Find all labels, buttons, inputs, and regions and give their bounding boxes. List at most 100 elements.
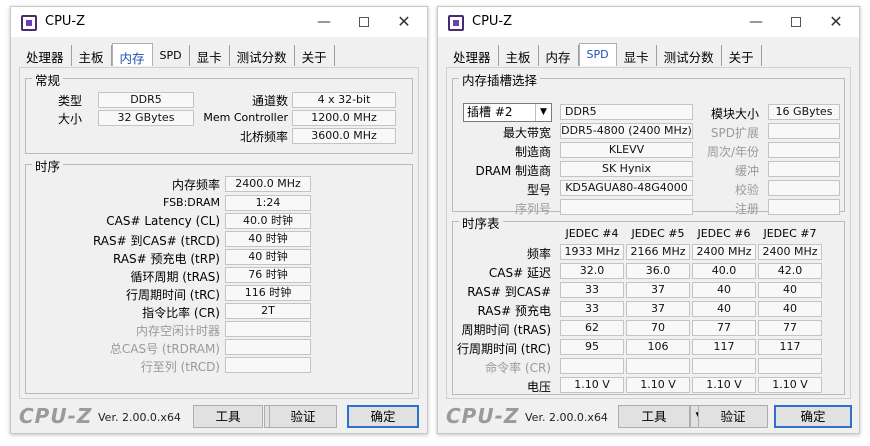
tab-mainboard[interactable]: 主板 <box>499 45 539 66</box>
tab-cpu[interactable]: 处理器 <box>19 45 72 66</box>
trcd-label: RAS# 到CAS# (tRCD) <box>92 234 220 248</box>
part-number-value: KD5AGUA80-48G4000 <box>560 180 693 196</box>
table-cell: 37 <box>626 301 690 317</box>
tab-spd[interactable]: SPD <box>578 43 617 66</box>
cpuz-memory-window: CPU-Z — ✕ 处理器 主板 内存 SPD 显卡 测试分数 关于 常规 类型… <box>10 6 428 434</box>
minimize-button[interactable]: — <box>313 12 335 32</box>
trc-value: 116 时钟 <box>225 285 311 301</box>
table-cell: 1.10 V <box>560 377 624 393</box>
table-cell <box>692 358 756 374</box>
table-cell: 40 <box>758 301 822 317</box>
memory-tab-panel: 常规 类型 DDR5 大小 32 GBytes 通道数 4 x 32-bit M… <box>19 67 419 399</box>
maximize-button[interactable] <box>353 12 375 32</box>
table-cell: 77 <box>692 320 756 336</box>
tab-memory[interactable]: 内存 <box>111 43 153 66</box>
tab-bench[interactable]: 测试分数 <box>230 45 295 66</box>
table-cell: 1.10 V <box>758 377 822 393</box>
spd-tab-panel: 内存插槽选择 插槽 #2 ▼ DDR5 最大带宽 DDR5-4800 (2400… <box>446 67 851 399</box>
tab-graphics[interactable]: 显卡 <box>190 45 230 66</box>
dram-idle-timer-label: 内存空闲计时器 <box>135 324 220 338</box>
bottom-bar: CPU-Z Ver. 2.00.0.x64 工具 ▼ 验证 确定 <box>11 401 427 433</box>
cpuz-logo: CPU-Z <box>446 404 520 428</box>
type-value: DDR5 <box>98 92 194 108</box>
dram-frequency-label: 内存频率 <box>171 178 220 192</box>
general-group: 常规 类型 DDR5 大小 32 GBytes 通道数 4 x 32-bit M… <box>25 70 413 154</box>
tools-button[interactable]: 工具 <box>618 405 690 428</box>
cpuz-logo: CPU-Z <box>19 404 93 428</box>
close-button[interactable]: ✕ <box>393 12 415 32</box>
size-label: 大小 <box>57 112 82 126</box>
column-header-jedec-7: JEDEC #7 <box>763 227 817 240</box>
ok-button[interactable]: 确定 <box>347 405 419 428</box>
chevron-down-icon[interactable]: ▼ <box>535 104 551 121</box>
tab-bar: 处理器 主板 内存 SPD 显卡 测试分数 关于 <box>19 43 335 66</box>
table-cell: 1.10 V <box>692 377 756 393</box>
timings-table-title: 时序表 <box>459 213 503 232</box>
tools-button[interactable]: 工具 <box>193 405 263 428</box>
spd-ext-value <box>768 123 840 139</box>
table-cell: 117 <box>758 339 822 355</box>
buffered-value <box>768 161 840 177</box>
memory-type-value: DDR5 <box>560 104 693 120</box>
tab-spd[interactable]: SPD <box>153 45 190 66</box>
serial-number-label: 序列号 <box>514 202 551 216</box>
tras-label: 循环周期 (tRAS) <box>130 270 220 284</box>
tab-memory[interactable]: 内存 <box>539 45 579 66</box>
minimize-button[interactable]: — <box>745 12 767 32</box>
table-cell: 36.0 <box>626 263 690 279</box>
type-label: 类型 <box>57 94 82 108</box>
table-cell: 40.0 <box>692 263 756 279</box>
mem-controller-label: Mem Controller <box>203 111 288 124</box>
trp-label: RAS# 预充电 (tRP) <box>112 252 220 266</box>
fsb-dram-label: FSB:DRAM <box>162 196 220 209</box>
validate-button[interactable]: 验证 <box>698 405 768 428</box>
validate-button[interactable]: 验证 <box>269 405 337 428</box>
registered-label: 注册 <box>734 202 759 216</box>
manufacturer-label: 制造商 <box>514 145 551 159</box>
spd-ext-label: SPD扩展 <box>710 126 759 140</box>
close-button[interactable]: ✕ <box>825 12 847 32</box>
tab-bench[interactable]: 测试分数 <box>657 45 722 66</box>
northbridge-freq-label: 北桥频率 <box>239 130 288 144</box>
tab-cpu[interactable]: 处理器 <box>446 45 499 66</box>
cas-latency-value: 40.0 时钟 <box>225 213 311 229</box>
slot-select-value: 插槽 #2 <box>467 105 513 119</box>
table-cell: 40 <box>692 282 756 298</box>
version-label: Ver. 2.00.0.x64 <box>525 411 608 424</box>
table-cell <box>626 358 690 374</box>
dram-manufacturer-value: SK Hynix <box>560 161 693 177</box>
window-title: CPU-Z <box>472 14 513 29</box>
table-cell: 1933 MHz <box>560 244 624 260</box>
slot-select[interactable]: 插槽 #2 ▼ <box>463 103 552 122</box>
trcd-value: 40 时钟 <box>225 231 311 247</box>
table-cell: 2400 MHz <box>692 244 756 260</box>
title-bar[interactable]: CPU-Z — ✕ <box>11 7 427 37</box>
timings-group-title: 时序 <box>32 156 64 175</box>
table-cell <box>560 358 624 374</box>
part-number-label: 型号 <box>526 183 551 197</box>
tab-about[interactable]: 关于 <box>722 45 762 66</box>
channels-label: 通道数 <box>251 94 288 108</box>
max-bandwidth-label: 最大带宽 <box>502 126 551 140</box>
week-year-value <box>768 142 840 158</box>
table-cell: 1.10 V <box>626 377 690 393</box>
buffered-label: 缓冲 <box>734 164 759 178</box>
table-cell: 70 <box>626 320 690 336</box>
tab-about[interactable]: 关于 <box>295 45 335 66</box>
command-rate-value: 2T <box>225 303 311 319</box>
trdram-value <box>225 339 311 355</box>
correction-value <box>768 180 840 196</box>
tab-graphics[interactable]: 显卡 <box>617 45 657 66</box>
table-cell: 33 <box>560 301 624 317</box>
row-label-ras-to-cas: RAS# 到CAS# <box>467 285 551 299</box>
cpu-z-icon <box>21 15 37 31</box>
cas-latency-label: CAS# Latency (CL) <box>106 214 220 228</box>
title-bar[interactable]: CPU-Z — ✕ <box>438 7 859 37</box>
table-cell: 62 <box>560 320 624 336</box>
row-label-frequency: 频率 <box>526 247 551 261</box>
maximize-button[interactable] <box>785 12 807 32</box>
tab-mainboard[interactable]: 主板 <box>72 45 112 66</box>
manufacturer-value: KLEVV <box>560 142 693 158</box>
tab-bar: 处理器 主板 内存 SPD 显卡 测试分数 关于 <box>446 43 762 66</box>
ok-button[interactable]: 确定 <box>774 405 852 428</box>
